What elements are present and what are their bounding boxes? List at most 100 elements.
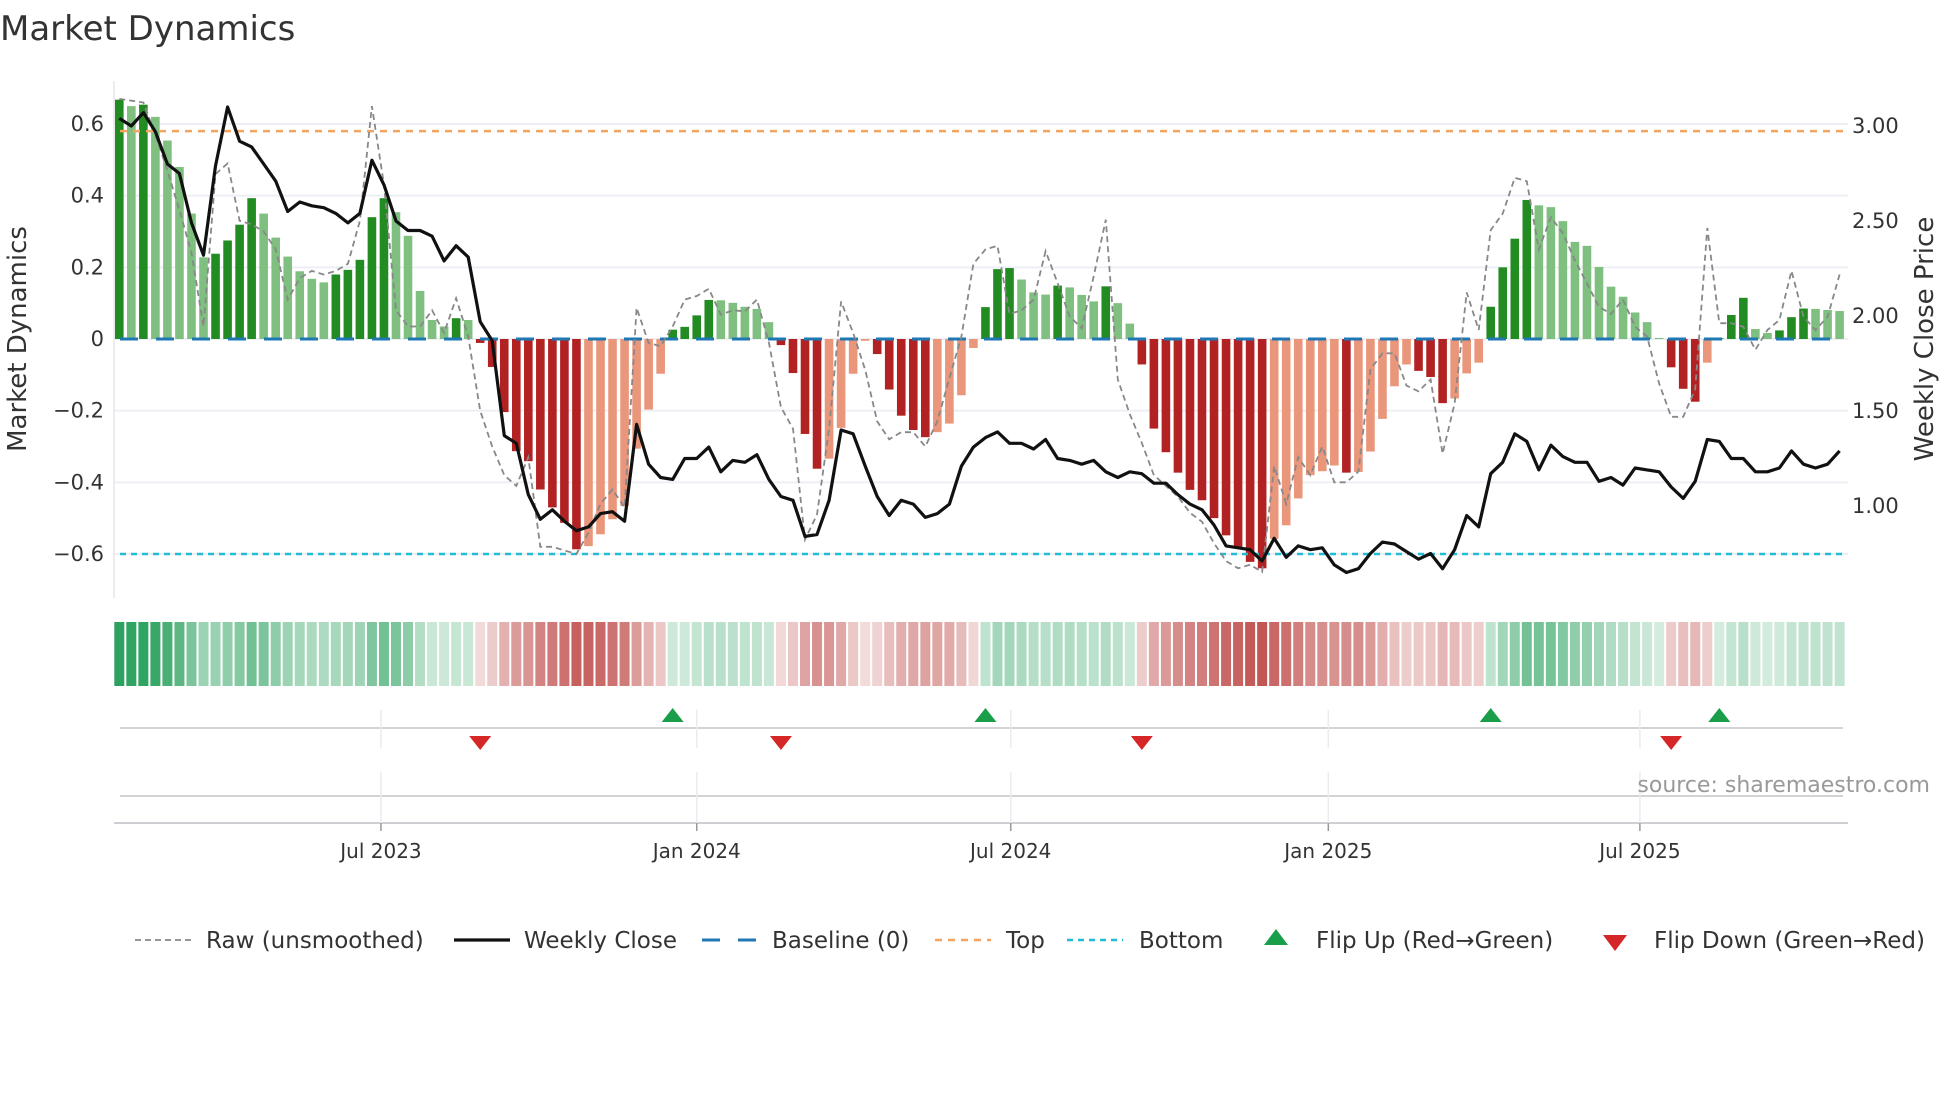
heat-cell bbox=[1329, 622, 1340, 686]
heat-cell bbox=[667, 622, 678, 686]
momentum-bar bbox=[836, 339, 846, 428]
heat-cell bbox=[1305, 622, 1316, 686]
heat-cell bbox=[282, 622, 293, 686]
momentum-bar bbox=[415, 290, 425, 339]
momentum-bar bbox=[1799, 308, 1808, 339]
momentum-bar bbox=[1811, 308, 1820, 339]
heat-cell bbox=[1209, 622, 1220, 686]
momentum-bar bbox=[1390, 339, 1399, 387]
momentum-bar bbox=[1149, 339, 1159, 429]
momentum-bar bbox=[800, 339, 810, 434]
momentum-bar bbox=[524, 339, 533, 462]
heat-cell bbox=[354, 622, 365, 686]
heat-cell bbox=[932, 622, 943, 686]
heat-cell bbox=[1148, 622, 1159, 686]
momentum-bar bbox=[908, 339, 918, 431]
heat-cell bbox=[559, 622, 570, 686]
heat-cell bbox=[968, 622, 979, 686]
momentum-bar bbox=[1486, 306, 1496, 339]
momentum-bar bbox=[1582, 245, 1592, 339]
y-tick-label: −0.2 bbox=[53, 399, 104, 423]
momentum-bar bbox=[1678, 339, 1688, 389]
momentum-bar bbox=[740, 306, 750, 339]
momentum-bar bbox=[1330, 339, 1339, 466]
momentum-bar bbox=[1594, 266, 1604, 339]
heat-cell bbox=[198, 622, 209, 686]
momentum-bar bbox=[1113, 303, 1123, 339]
axes: 0.6 0.4 0.2 0 −0.2 −0.4 −0.6 3.00 2.50 2.00 1.50 1.… bbox=[3, 81, 1940, 863]
heat-cell bbox=[1497, 622, 1508, 686]
heat-cell bbox=[1281, 622, 1292, 686]
heat-cell bbox=[631, 622, 642, 686]
heat-cell bbox=[836, 622, 847, 686]
reference-lines bbox=[120, 129, 1843, 556]
momentum-bar bbox=[1510, 238, 1520, 339]
heat-cell bbox=[1124, 622, 1135, 686]
legend-label: Raw (unsmoothed) bbox=[206, 928, 424, 954]
momentum-bar bbox=[451, 318, 461, 339]
heat-cell bbox=[475, 622, 486, 686]
heat-cell bbox=[595, 622, 606, 686]
momentum-bar bbox=[1269, 339, 1279, 539]
heat-cell bbox=[1112, 622, 1123, 686]
heat-cell bbox=[330, 622, 341, 686]
heat-cell bbox=[427, 622, 438, 686]
x-tick-label: Jul 2025 bbox=[1597, 839, 1680, 863]
momentum-bar bbox=[1137, 339, 1147, 365]
heat-cell bbox=[174, 622, 185, 686]
heat-cell bbox=[1028, 622, 1039, 686]
heat-cell bbox=[126, 622, 137, 686]
momentum-bar bbox=[331, 274, 341, 339]
heat-cell bbox=[1678, 622, 1689, 686]
momentum-bar bbox=[1029, 292, 1038, 339]
momentum-bar bbox=[548, 339, 557, 508]
momentum-bar bbox=[1005, 268, 1014, 339]
momentum-bar bbox=[367, 217, 377, 339]
market-dynamics-chart: Market Dynamics 0.6 0.4 0.2 0 −0.2 −0.4 −0.6 3.… bbox=[0, 9, 1940, 954]
momentum-bar bbox=[1197, 339, 1207, 501]
heat-cell bbox=[114, 622, 125, 686]
heat-cell bbox=[1317, 622, 1328, 686]
heat-cell bbox=[824, 622, 835, 686]
heat-cell bbox=[415, 622, 426, 686]
heat-cell bbox=[787, 622, 798, 686]
momentum-bar bbox=[235, 224, 244, 339]
momentum-bar bbox=[1293, 339, 1303, 499]
momentum-bar bbox=[921, 339, 930, 438]
legend-flip-down-icon bbox=[1603, 935, 1627, 951]
momentum-bar bbox=[1041, 294, 1050, 339]
heat-cell bbox=[1774, 622, 1785, 686]
heat-cell bbox=[751, 622, 762, 686]
heat-cell bbox=[1810, 622, 1821, 686]
heat-cell bbox=[992, 622, 1003, 686]
heat-cell bbox=[390, 622, 401, 686]
y2-tick-label: 2.50 bbox=[1852, 209, 1899, 233]
momentum-bar bbox=[1221, 339, 1231, 536]
momentum-bar bbox=[151, 116, 160, 339]
heat-cell bbox=[800, 622, 811, 686]
momentum-bar bbox=[211, 253, 220, 339]
momentum-bar bbox=[1654, 337, 1664, 339]
heat-cell bbox=[1521, 622, 1532, 686]
flip-up-marker bbox=[661, 708, 684, 722]
heat-cell bbox=[1533, 622, 1544, 686]
y-tick-label: 0.6 bbox=[71, 112, 104, 136]
heat-cell bbox=[1834, 622, 1845, 686]
momentum-bar bbox=[1498, 267, 1508, 339]
heat-cell bbox=[1449, 622, 1460, 686]
heat-cell bbox=[342, 622, 353, 686]
heat-cell bbox=[523, 622, 534, 686]
heat-cell bbox=[1064, 622, 1075, 686]
heat-cell bbox=[306, 622, 317, 686]
y-tick-label: −0.4 bbox=[53, 470, 104, 494]
heat-cell bbox=[944, 622, 955, 686]
y-axis-title: Market Dynamics bbox=[3, 226, 33, 452]
legend-label: Top bbox=[1005, 928, 1045, 954]
momentum-bar bbox=[1751, 328, 1760, 339]
momentum-bar bbox=[247, 198, 256, 339]
x-tick-label: Jan 2024 bbox=[651, 839, 741, 863]
heat-cell bbox=[1618, 622, 1629, 686]
heat-cell bbox=[1184, 622, 1195, 686]
heat-cell bbox=[1437, 622, 1448, 686]
heat-cell bbox=[1353, 622, 1364, 686]
